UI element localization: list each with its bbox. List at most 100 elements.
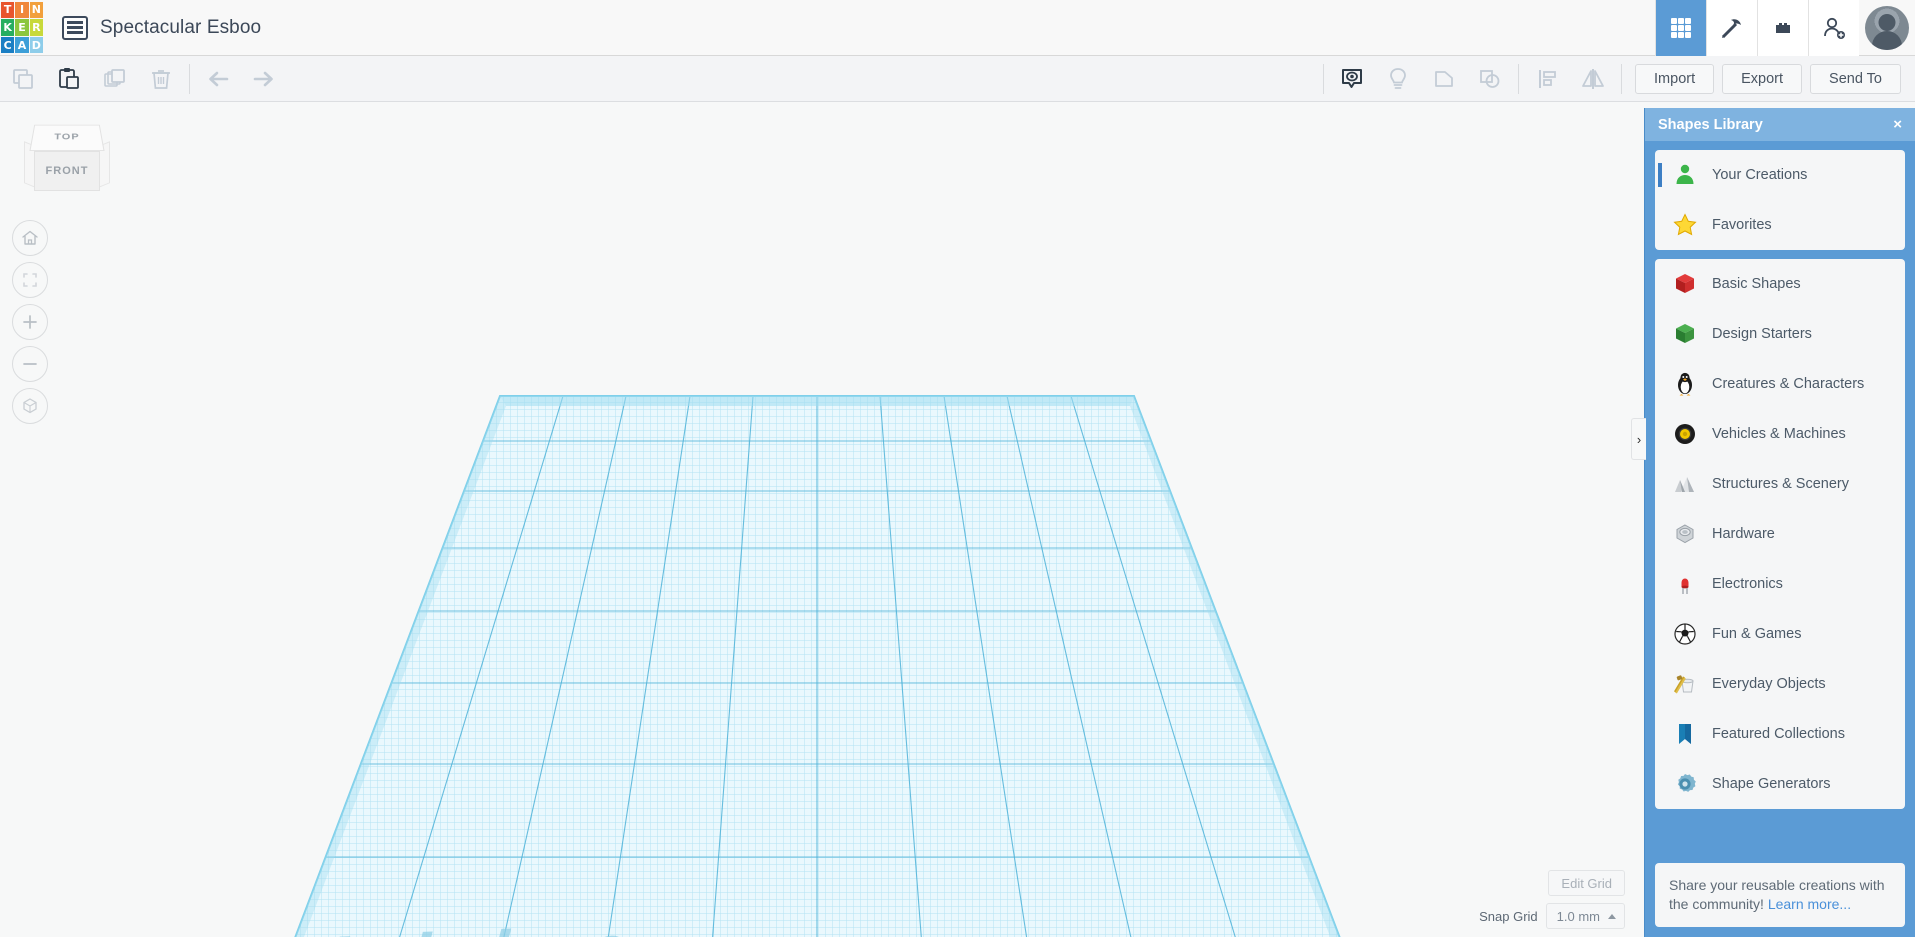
3d-canvas[interactable]: Workplane TOP FRONT	[0, 102, 1915, 937]
align-button[interactable]	[1524, 56, 1570, 102]
snap-grid-value: 1.0 mm	[1556, 908, 1600, 924]
paste-icon	[59, 67, 79, 89]
invite-button[interactable]	[1808, 0, 1859, 56]
view-cube[interactable]: TOP FRONT	[22, 120, 112, 198]
led-icon	[1672, 571, 1698, 597]
toolbar-divider-2	[1323, 63, 1325, 94]
shape-category-label: Design Starters	[1712, 326, 1812, 342]
send-to-button[interactable]: Send To	[1810, 63, 1901, 94]
import-button[interactable]: Import	[1635, 63, 1715, 94]
document-title-group: Spectacular Esboo	[62, 15, 261, 40]
shape-category-label: Electronics	[1712, 576, 1783, 592]
shapes-library-panel: › Shapes Library × Your Creations Favorit…	[1631, 108, 1915, 937]
community-note: Share your reusable creations with the c…	[1655, 863, 1905, 927]
tinkercad-logo[interactable]: TINKERCAD	[0, 1, 44, 55]
nut-icon	[1672, 521, 1698, 547]
duplicate-button[interactable]	[92, 56, 138, 102]
learn-more-link[interactable]: Learn more...	[1768, 896, 1851, 912]
light-button[interactable]	[1375, 56, 1421, 102]
shape-category-structures-scenery[interactable]: Structures & Scenery	[1655, 459, 1905, 509]
edit-tools-group	[0, 56, 287, 102]
shape-category-shape-generators[interactable]: Shape Generators	[1655, 759, 1905, 809]
shape-category-label: Shape Generators	[1712, 776, 1831, 792]
fit-to-view-button[interactable]	[12, 262, 48, 298]
panel-top-list: Your Creations Favorites	[1655, 150, 1905, 250]
view-cube-top-face[interactable]: TOP	[29, 124, 105, 151]
snap-grid-select[interactable]: 1.0 mm	[1545, 903, 1625, 929]
undo-arrow-icon	[209, 71, 229, 86]
shape-category-fun-games[interactable]: Fun & Games	[1655, 609, 1905, 659]
logo-tile-k: K	[1, 19, 15, 36]
show-hide-button[interactable]	[1329, 56, 1375, 102]
chevron-up-icon	[1608, 913, 1616, 919]
pickaxe-icon	[1721, 18, 1741, 38]
person-green-icon	[1672, 162, 1698, 188]
shape-category-your-creations[interactable]: Your Creations	[1655, 150, 1905, 200]
fit-frame-icon	[23, 273, 37, 287]
soccer-ball-icon	[1672, 621, 1698, 647]
blocks-button[interactable]	[1757, 0, 1808, 56]
group-button[interactable]	[1421, 56, 1467, 102]
delete-button[interactable]	[138, 56, 184, 102]
cube-toggle-icon	[23, 398, 37, 414]
home-view-button[interactable]	[12, 220, 48, 256]
list-icon[interactable]	[62, 15, 88, 40]
snap-grid-row: Snap Grid 1.0 mm	[1479, 903, 1625, 929]
green-cube-icon	[1672, 321, 1698, 347]
shape-category-design-starters[interactable]: Design Starters	[1655, 309, 1905, 359]
logo-tile-r: R	[29, 19, 43, 36]
rocks-icon	[1672, 471, 1698, 497]
grid-controls: Edit Grid Snap Grid 1.0 mm	[1479, 870, 1625, 929]
close-icon[interactable]: ×	[1893, 116, 1902, 133]
workplane[interactable]: Workplane	[0, 102, 1915, 937]
shape-category-label: Featured Collections	[1712, 726, 1845, 742]
eye-marker-icon	[1342, 68, 1363, 88]
shape-category-hardware[interactable]: Hardware	[1655, 509, 1905, 559]
zoom-in-button[interactable]	[12, 304, 48, 340]
grid-view-button[interactable]	[1655, 0, 1706, 56]
shape-category-creatures-characters[interactable]: Creatures & Characters	[1655, 359, 1905, 409]
view-cube-front-face[interactable]: FRONT	[34, 151, 100, 191]
panel-header: Shapes Library ×	[1645, 108, 1915, 141]
shape-category-featured-collections[interactable]: Featured Collections	[1655, 709, 1905, 759]
shape-category-label: Creatures & Characters	[1712, 376, 1865, 392]
penguin-icon	[1672, 371, 1698, 397]
mirror-icon	[1582, 68, 1604, 89]
toolbar-divider-4	[1621, 63, 1623, 94]
zoom-out-button[interactable]	[12, 346, 48, 382]
shape-category-basic-shapes[interactable]: Basic Shapes	[1655, 259, 1905, 309]
ortho-perspective-button[interactable]	[12, 388, 48, 424]
undo-button[interactable]	[195, 56, 241, 102]
mirror-button[interactable]	[1570, 56, 1616, 102]
shape-category-everyday-objects[interactable]: Everyday Objects	[1655, 659, 1905, 709]
paste-button[interactable]	[46, 56, 92, 102]
redo-button[interactable]	[241, 56, 287, 102]
toolbar-divider-3	[1518, 63, 1520, 94]
user-avatar-image	[1865, 5, 1909, 50]
home-icon	[22, 230, 38, 245]
grid-icon	[1671, 17, 1691, 38]
avatar[interactable]	[1859, 0, 1915, 56]
star-yellow-icon	[1672, 212, 1698, 238]
edit-grid-button[interactable]: Edit Grid	[1548, 870, 1625, 896]
main-toolbar: Import Export Send To	[0, 56, 1915, 102]
copy-button[interactable]	[0, 56, 46, 102]
codeblocks-button[interactable]	[1706, 0, 1757, 56]
add-person-icon	[1824, 17, 1845, 39]
shape-category-vehicles-machines[interactable]: Vehicles & Machines	[1655, 409, 1905, 459]
shape-category-electronics[interactable]: Electronics	[1655, 559, 1905, 609]
shape-category-favorites[interactable]: Favorites	[1655, 200, 1905, 250]
logo-tile-d: D	[29, 36, 43, 54]
app-header: TINKERCAD Spectacular Esboo	[0, 0, 1915, 56]
shape-category-label: Structures & Scenery	[1712, 476, 1849, 492]
shape-category-label: Your Creations	[1712, 167, 1808, 183]
header-actions	[1655, 0, 1915, 56]
panel-title: Shapes Library	[1658, 116, 1763, 133]
duplicate-icon	[104, 68, 125, 87]
logo-tile-a: A	[15, 36, 29, 54]
tinkercad-editor: TINKERCAD Spectacular Esboo Import Expor…	[0, 0, 1915, 937]
export-button[interactable]: Export	[1722, 63, 1803, 94]
lightbulb-icon	[1390, 67, 1406, 89]
panel-collapse-button[interactable]: ›	[1631, 418, 1646, 460]
ungroup-button[interactable]	[1467, 56, 1513, 102]
